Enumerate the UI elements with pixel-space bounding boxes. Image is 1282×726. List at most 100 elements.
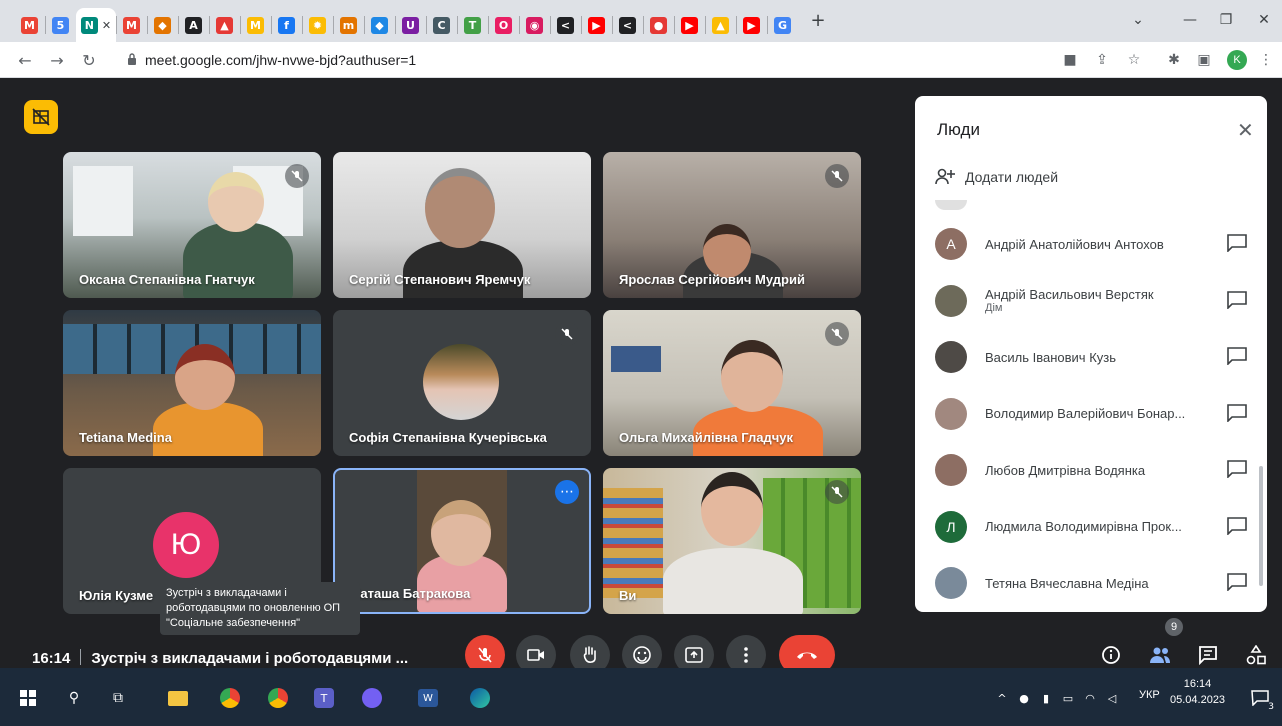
participant-list-item[interactable]: Володимир Валерійович Бонар... bbox=[935, 394, 1247, 434]
browser-tab[interactable]: ◆ bbox=[364, 8, 395, 42]
teams-icon[interactable]: T bbox=[312, 686, 336, 710]
browser-tab[interactable]: ✹ bbox=[302, 8, 333, 42]
message-icon[interactable] bbox=[1227, 347, 1247, 365]
add-people-button[interactable]: Додати людей bbox=[935, 168, 1058, 186]
browser-tab[interactable]: C bbox=[426, 8, 457, 42]
participant-tile[interactable]: Оксана Степанівна Гнатчук bbox=[63, 152, 321, 298]
chat-icon[interactable] bbox=[1196, 643, 1220, 667]
back-icon[interactable]: ← bbox=[14, 50, 36, 70]
file-explorer-icon[interactable] bbox=[166, 686, 190, 710]
word-icon[interactable]: W bbox=[416, 686, 440, 710]
meeting-title[interactable]: Зустріч з викладачами і роботодавцями ..… bbox=[91, 650, 408, 667]
task-view-icon[interactable]: ⧉ bbox=[106, 686, 130, 710]
lock-icon[interactable] bbox=[127, 53, 137, 65]
person-head bbox=[425, 168, 495, 248]
wifi-icon[interactable]: ◠ bbox=[1078, 686, 1102, 710]
reload-icon[interactable]: ↻ bbox=[78, 50, 100, 70]
clock-time: 16:14 bbox=[1183, 678, 1212, 690]
tray-chevron-icon[interactable]: ^ bbox=[990, 686, 1014, 710]
avatar bbox=[935, 341, 967, 373]
participant-tile[interactable]: Tetiana Medina bbox=[63, 310, 321, 456]
message-icon[interactable] bbox=[1227, 516, 1247, 535]
participant-tile-active[interactable]: ⋯ Наташа Батракова bbox=[333, 468, 591, 614]
message-icon[interactable] bbox=[1227, 234, 1247, 252]
layout-icon[interactable] bbox=[24, 100, 58, 134]
tab-search-icon[interactable]: ⌄ bbox=[1126, 10, 1150, 30]
close-tab-icon[interactable]: ✕ bbox=[102, 19, 111, 32]
message-icon[interactable] bbox=[1227, 573, 1247, 591]
participant-list-item[interactable]: Андрій Васильович Верстяк Дім bbox=[935, 281, 1247, 321]
browser-tab[interactable]: ▶ bbox=[581, 8, 612, 42]
notification-count: 3 bbox=[1268, 702, 1274, 712]
chrome-icon[interactable] bbox=[218, 686, 242, 710]
browser-tab[interactable]: ◆ bbox=[147, 8, 178, 42]
browser-tab[interactable]: O bbox=[488, 8, 519, 42]
participant-list-item[interactable]: Тетяна Вячеславна Медіна bbox=[935, 563, 1247, 603]
browser-tab[interactable]: m bbox=[333, 8, 364, 42]
browser-tab[interactable]: A bbox=[178, 8, 209, 42]
browser-tab[interactable]: M bbox=[14, 8, 45, 42]
browser-tab[interactable]: 5 bbox=[45, 8, 76, 42]
browser-tab[interactable]: N ✕ bbox=[76, 8, 116, 42]
share-icon[interactable]: ⇪ bbox=[1092, 50, 1112, 70]
participant-list-item[interactable]: Василь Іванович Кузь bbox=[935, 337, 1247, 377]
browser-tab[interactable]: T bbox=[457, 8, 488, 42]
browser-tab[interactable]: ◉ bbox=[519, 8, 550, 42]
tray-app-icon[interactable]: ● bbox=[1012, 686, 1036, 710]
browser-tab[interactable]: G bbox=[767, 8, 798, 42]
participant-tile[interactable]: Ольга Михайлівна Гладчук bbox=[603, 310, 861, 456]
more-menu-icon[interactable]: ⋮ bbox=[1256, 50, 1276, 70]
bookmark-star-icon[interactable]: ☆ bbox=[1124, 50, 1144, 70]
more-options-icon[interactable]: ⋯ bbox=[555, 480, 579, 504]
windows-start-icon[interactable] bbox=[16, 686, 40, 710]
people-icon[interactable] bbox=[1148, 643, 1172, 667]
sun-icon: ✹ bbox=[309, 16, 326, 34]
browser-tab[interactable]: < bbox=[612, 8, 643, 42]
participant-list-item[interactable]: А Андрій Анатолійович Антохов bbox=[935, 224, 1247, 264]
close-window-icon[interactable]: ✕ bbox=[1252, 10, 1276, 30]
browser-tab[interactable]: U bbox=[395, 8, 426, 42]
participant-tile[interactable]: Ви bbox=[603, 468, 861, 614]
new-tab-button[interactable]: + bbox=[806, 10, 830, 31]
browser-tab[interactable]: M bbox=[240, 8, 271, 42]
browser-tab[interactable]: ● bbox=[643, 8, 674, 42]
maximize-icon[interactable]: ❐ bbox=[1214, 10, 1238, 30]
battery-icon[interactable]: ▭ bbox=[1056, 686, 1080, 710]
volume-icon[interactable]: ◁ bbox=[1100, 686, 1124, 710]
message-icon[interactable] bbox=[1227, 403, 1247, 422]
participant-list-item[interactable]: Любов Дмитрівна Водянка bbox=[935, 450, 1247, 490]
browser-tab[interactable]: ▲ bbox=[705, 8, 736, 42]
participant-tile[interactable]: Софія Степанівна Кучерівська bbox=[333, 310, 591, 456]
participant-tile[interactable]: Сергій Степанович Яремчук bbox=[333, 152, 591, 298]
participant-list-item[interactable]: Л Людмила Володимирівна Прок... bbox=[935, 507, 1247, 547]
browser-tab[interactable]: ▲ bbox=[209, 8, 240, 42]
edge-icon[interactable] bbox=[468, 686, 492, 710]
close-icon[interactable]: ✕ bbox=[1237, 118, 1254, 142]
activities-icon[interactable] bbox=[1244, 643, 1268, 667]
message-icon[interactable] bbox=[1227, 290, 1247, 309]
browser-tab[interactable]: f bbox=[271, 8, 302, 42]
browser-tab[interactable]: M bbox=[116, 8, 147, 42]
minimize-icon[interactable]: — bbox=[1178, 10, 1202, 30]
participant-tile[interactable]: Ярослав Сергійович Мудрий bbox=[603, 152, 861, 298]
taskbar-clock[interactable]: 16:14 05.04.2023 bbox=[1170, 676, 1225, 708]
language-indicator[interactable]: УКР bbox=[1139, 689, 1160, 701]
browser-tab[interactable]: ▶ bbox=[674, 8, 705, 42]
notifications-icon[interactable]: 3 bbox=[1248, 686, 1274, 712]
usb-icon[interactable]: ▮ bbox=[1034, 686, 1058, 710]
scrollbar[interactable] bbox=[1259, 466, 1263, 586]
meeting-details-icon[interactable] bbox=[1099, 643, 1123, 667]
chrome-profile-icon[interactable] bbox=[266, 686, 290, 710]
meet-icon: N bbox=[80, 16, 98, 34]
address-bar-url[interactable]: meet.google.com/jhw-nvwe-bjd?authuser=1 bbox=[145, 52, 416, 68]
profile-avatar[interactable]: K bbox=[1227, 50, 1247, 70]
browser-tab[interactable]: < bbox=[550, 8, 581, 42]
message-icon[interactable] bbox=[1227, 460, 1247, 478]
forward-icon[interactable]: → bbox=[46, 50, 68, 70]
browser-tab[interactable]: ▶ bbox=[736, 8, 767, 42]
search-icon[interactable]: ⚲ bbox=[62, 686, 86, 710]
side-panel-icon[interactable]: ▣ bbox=[1194, 50, 1214, 70]
camera-indicator-icon[interactable]: ■ bbox=[1060, 50, 1080, 70]
extensions-icon[interactable]: ✱ bbox=[1164, 50, 1184, 70]
viber-icon[interactable] bbox=[360, 686, 384, 710]
